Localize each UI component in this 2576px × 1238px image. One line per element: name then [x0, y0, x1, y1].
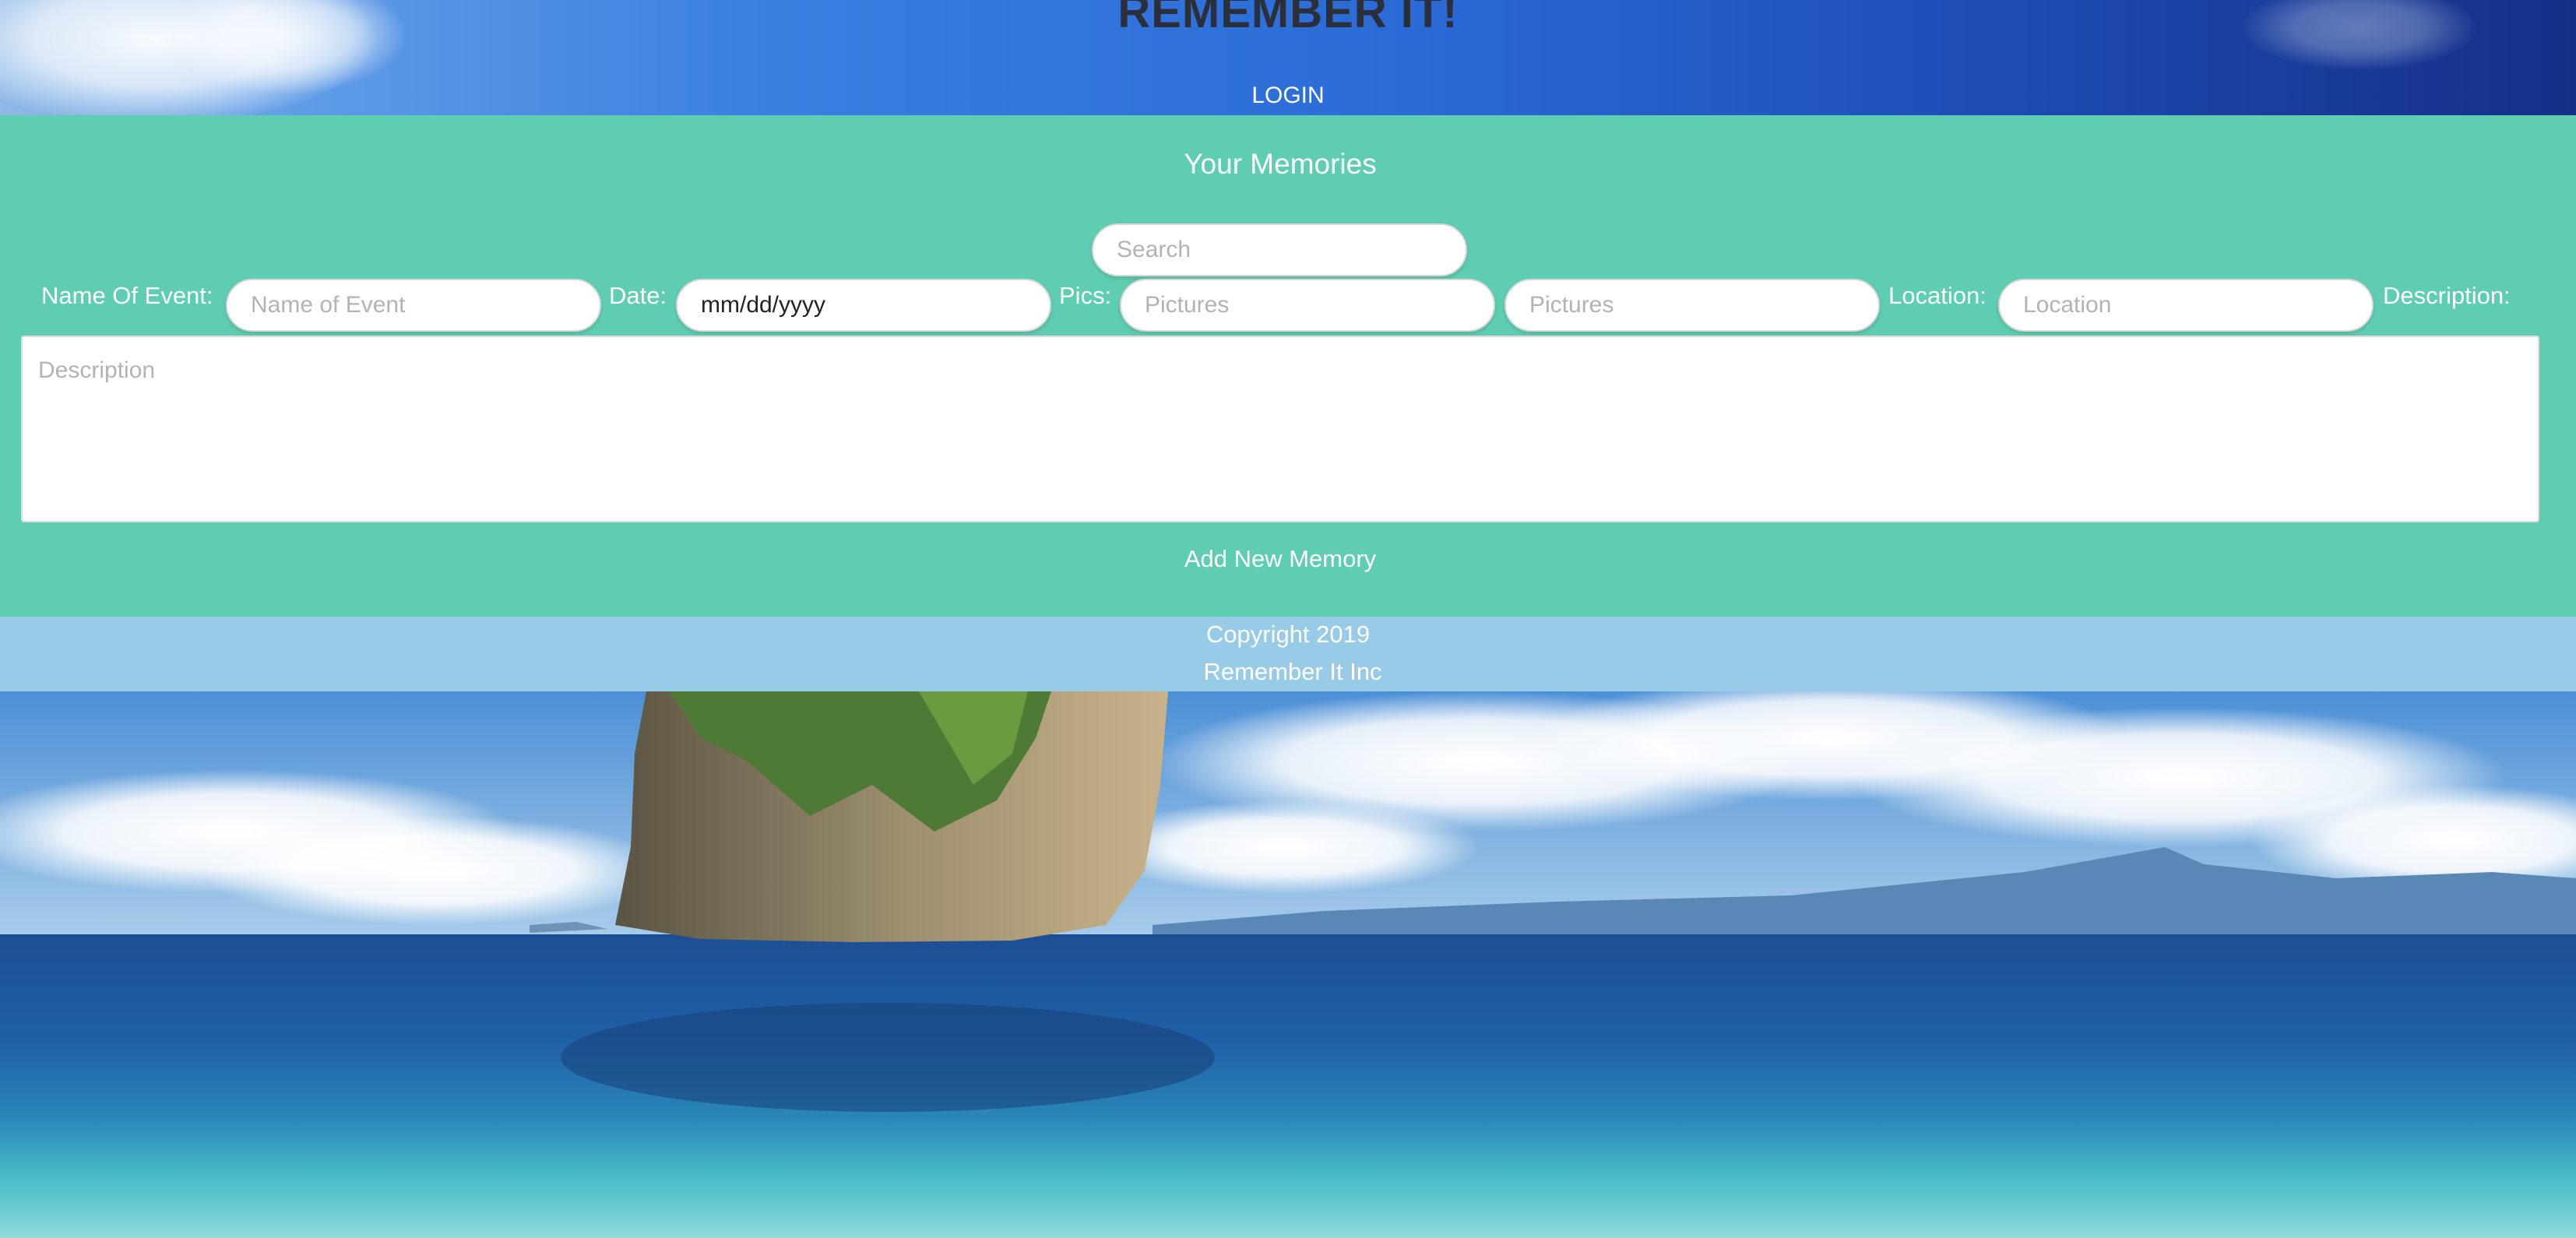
search-input[interactable] [1092, 223, 1467, 276]
beach-scene [0, 691, 2576, 1238]
login-link-row: LOGIN [0, 83, 2576, 109]
date-input[interactable]: mm/dd/yyyy [676, 279, 1051, 332]
copyright-text: Copyright 2019 [1205, 621, 1371, 648]
location-input[interactable] [1998, 279, 2374, 332]
location-label: Location: [1888, 282, 1987, 309]
section-title: Your Memories [1184, 148, 1377, 180]
company-name: Remember It Inc [1203, 658, 1382, 685]
memories-panel: Your Memories Name Of Event: Date: mm/dd… [0, 115, 2576, 617]
add-memory-button[interactable]: Add New Memory [0, 544, 2560, 574]
date-input-value: mm/dd/yyyy [701, 292, 826, 318]
site-footer: Copyright 2019 Remember It Inc [0, 617, 2576, 691]
event-name-input[interactable] [226, 279, 601, 332]
event-name-label: Name Of Event: [41, 282, 213, 309]
beach-background-image [0, 691, 2576, 1238]
description-label: Description: [2383, 282, 2511, 309]
pictures-input-1[interactable] [1120, 279, 1495, 332]
pictures-input-2[interactable] [1504, 279, 1880, 332]
pics-label: Pics: [1059, 282, 1112, 309]
login-link[interactable]: LOGIN [1251, 83, 1324, 108]
description-textarea[interactable] [21, 336, 2539, 522]
site-title: REMEMBER IT! [1117, 0, 1459, 37]
site-header: REMEMBER IT! LOGIN [0, 0, 2576, 115]
date-label: Date: [609, 282, 667, 309]
